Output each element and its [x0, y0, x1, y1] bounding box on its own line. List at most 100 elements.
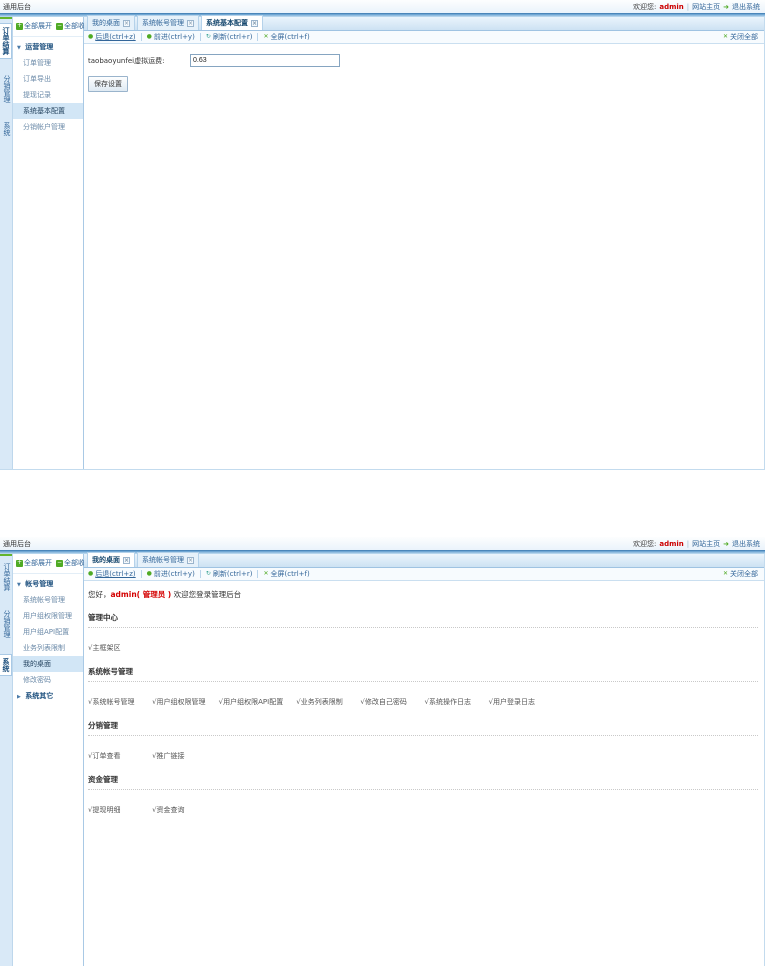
module-tab-system[interactable]: 系统: [0, 654, 12, 676]
form-row: taobaoyunfei虚拟运费:: [88, 54, 764, 67]
tree-item-business-list-limit[interactable]: 业务列表限制: [13, 640, 83, 656]
refresh-button[interactable]: ↻ 刷新(ctrl+r): [206, 569, 253, 579]
permission-link-change-own-password[interactable]: √修改自己密码: [360, 697, 411, 707]
tree-item-change-password[interactable]: 修改密码: [13, 672, 83, 688]
permission-link-main-frame[interactable]: √主框架区: [88, 643, 139, 653]
module-tab-distribution[interactable]: 分销管理: [0, 72, 12, 106]
tab-bar: 我的桌面 × 系统帐号管理 ×: [84, 554, 764, 568]
permission-link-promotion-link[interactable]: √推广链接: [152, 751, 203, 761]
forward-icon: ●: [147, 571, 152, 577]
permission-link-usergroup-permissions[interactable]: √用户组权限管理: [152, 697, 205, 707]
toolbar-divider: [200, 570, 201, 578]
tree-item-usergroup-api-config[interactable]: 用户组API配置: [13, 624, 83, 640]
forward-button[interactable]: ● 前进(ctrl+y): [147, 569, 195, 579]
content-area: 我的桌面 × 系统帐号管理 × 系统基本配置 × ● 后退(ctrl+z): [84, 17, 764, 469]
tree-group-label: 系统其它: [25, 692, 53, 700]
tab-my-desktop[interactable]: 我的桌面 ×: [87, 552, 135, 567]
tab-close-icon[interactable]: ×: [123, 557, 130, 564]
tree-item-order-management[interactable]: 订单管理: [13, 55, 83, 71]
permission-link-business-list-limit[interactable]: √业务列表限制: [296, 697, 347, 707]
permission-sections: 管理中心 √主框架区 系统帐号管理 √系统帐号管理 √用户组权限管理 √用户组权…: [84, 612, 764, 816]
forward-label: 前进(ctrl+y): [154, 569, 195, 579]
back-button[interactable]: ● 后退(ctrl+z): [88, 32, 136, 42]
tree-group-system-other[interactable]: ▶ 系统其它: [13, 688, 83, 704]
tab-close-icon[interactable]: ×: [187, 20, 194, 27]
save-settings-button[interactable]: 保存设置: [88, 76, 128, 92]
section-title: 系统帐号管理: [88, 666, 758, 682]
username: admin: [659, 540, 683, 548]
expand-all-button[interactable]: + 全部展开: [16, 558, 52, 568]
fullscreen-button[interactable]: ✕ 全屏(ctrl+f): [263, 32, 309, 42]
home-link[interactable]: 网站主页: [692, 539, 720, 549]
tab-label: 系统帐号管理: [142, 18, 184, 28]
toolbar: ● 后退(ctrl+z) ● 前进(ctrl+y) ↻ 刷新(ctrl+r) ✕…: [84, 568, 764, 581]
module-tab-order-settlement[interactable]: 订单结算: [0, 23, 12, 59]
welcome-prefix: 欢迎您:: [633, 2, 656, 12]
toolbar-divider: [141, 570, 142, 578]
expand-all-label: 全部展开: [24, 21, 52, 31]
module-tab-order-settlement[interactable]: 订单结算: [0, 560, 12, 594]
tree-item-usergroup-permissions[interactable]: 用户组权限管理: [13, 608, 83, 624]
permission-link-system-accounts[interactable]: √系统帐号管理: [88, 697, 139, 707]
home-link[interactable]: 网站主页: [692, 2, 720, 12]
shipping-fee-input[interactable]: [190, 54, 340, 67]
chevron-right-icon: ▶: [17, 694, 21, 700]
close-all-button[interactable]: ✕ 关闭全部: [723, 569, 758, 579]
section-funds: 资金管理 √提现明细 √资金查询: [88, 774, 764, 816]
tree-group-accounts[interactable]: ▼ 帐号管理: [13, 576, 83, 592]
plus-icon: +: [16, 23, 23, 30]
tree-item-my-desktop[interactable]: 我的桌面: [13, 656, 83, 672]
tree-item-withdraw-records[interactable]: 提现记录: [13, 87, 83, 103]
logout-arrow-icon: ➜: [723, 3, 729, 11]
expand-all-button[interactable]: + 全部展开: [16, 21, 52, 31]
logout-link[interactable]: 退出系统: [732, 539, 760, 549]
fullscreen-icon: ✕: [263, 34, 268, 40]
tab-close-icon[interactable]: ×: [251, 20, 258, 27]
back-button[interactable]: ● 后退(ctrl+z): [88, 569, 136, 579]
tree-group-operations[interactable]: ▼ 运营管理: [13, 39, 83, 55]
tree-group-label: 帐号管理: [25, 580, 53, 588]
module-tab-distribution[interactable]: 分销管理: [0, 607, 12, 641]
tree-item-system-accounts[interactable]: 系统帐号管理: [13, 592, 83, 608]
section-items: √提现明细 √资金查询: [88, 797, 764, 816]
tab-close-icon[interactable]: ×: [187, 557, 194, 564]
permission-link-user-login-log[interactable]: √用户登录日志: [489, 697, 540, 707]
permission-link-usergroup-api-config[interactable]: √用户组权限API配置: [219, 697, 284, 707]
module-nav: 订单结算 分销管理 系统: [0, 17, 12, 469]
module-tab-system[interactable]: 系统: [0, 119, 12, 139]
permission-link-withdraw-details[interactable]: √提现明细: [88, 805, 139, 815]
close-all-button[interactable]: ✕ 关闭全部: [723, 32, 758, 42]
header-user-area: 欢迎您: admin | 网站主页 ➜ 退出系统: [633, 539, 760, 549]
sidebar-actions: + 全部展开 − 全部收起: [13, 17, 83, 37]
tab-system-basic-config[interactable]: 系统基本配置 ×: [201, 15, 263, 30]
fullscreen-button[interactable]: ✕ 全屏(ctrl+f): [263, 569, 309, 579]
permission-link-order-view[interactable]: √订单查看: [88, 751, 139, 761]
welcome-prefix: 欢迎您:: [633, 539, 656, 549]
welcome-message: 您好，admin( 管理员 ) 欢迎您登录管理后台: [88, 589, 764, 600]
tree-item-system-basic-config[interactable]: 系统基本配置: [13, 103, 83, 119]
app-main: 订单结算 分销管理 系统 + 全部展开 − 全部收起 ▼ 帐号管理: [0, 554, 765, 966]
plus-icon: +: [16, 560, 23, 567]
permission-link-funds-query[interactable]: √资金查询: [152, 805, 203, 815]
refresh-label: 刷新(ctrl+r): [213, 569, 253, 579]
refresh-button[interactable]: ↻ 刷新(ctrl+r): [206, 32, 253, 42]
config-form: taobaoyunfei虚拟运费: 保存设置: [84, 44, 764, 92]
tree-item-distributor-accounts[interactable]: 分销帐户管理: [13, 119, 83, 135]
separator: |: [687, 3, 689, 11]
tab-my-desktop[interactable]: 我的桌面 ×: [87, 15, 135, 30]
section-title: 管理中心: [88, 612, 758, 628]
tab-label: 系统帐号管理: [142, 555, 184, 565]
tab-system-accounts[interactable]: 系统帐号管理 ×: [137, 15, 199, 30]
refresh-icon: ↻: [206, 571, 211, 577]
forward-button[interactable]: ● 前进(ctrl+y): [147, 32, 195, 42]
section-items: √订单查看 √推广链接: [88, 743, 764, 762]
permission-link-system-operation-log[interactable]: √系统操作日志: [424, 697, 475, 707]
config-panel: taobaoyunfei虚拟运费: 保存设置: [84, 44, 764, 469]
back-icon: ●: [88, 571, 93, 577]
tab-system-accounts[interactable]: 系统帐号管理 ×: [137, 552, 199, 567]
logout-link[interactable]: 退出系统: [732, 2, 760, 12]
tree-item-order-export[interactable]: 订单导出: [13, 71, 83, 87]
tab-close-icon[interactable]: ×: [123, 20, 130, 27]
logout-arrow-icon: ➜: [723, 540, 729, 548]
close-all-label: 关闭全部: [730, 569, 758, 579]
